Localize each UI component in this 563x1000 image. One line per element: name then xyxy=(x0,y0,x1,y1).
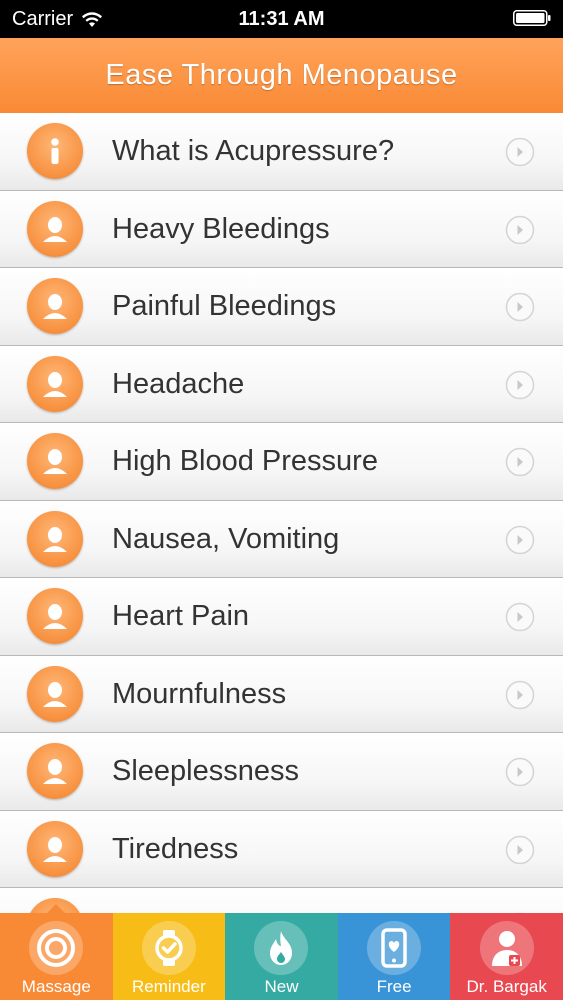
list-item-nausea-vomiting[interactable]: Nausea, Vomiting xyxy=(0,500,563,578)
status-bar: Carrier 11:31 AM xyxy=(0,0,563,38)
list-item-label: Tiredness xyxy=(112,832,239,865)
chevron-right-icon xyxy=(505,835,535,864)
chevron-right-icon xyxy=(505,447,535,477)
list-item-mournfulness[interactable]: Mournfulness xyxy=(0,655,563,733)
list-item-heart-pain[interactable]: Heart Pain xyxy=(0,578,563,656)
tab-label: Reminder xyxy=(132,977,206,996)
chevron-right-icon xyxy=(505,602,535,632)
list-item-label: Headache xyxy=(112,367,245,400)
massage-target-icon xyxy=(29,921,84,975)
chevron-right-icon xyxy=(505,292,535,322)
list-item-heavy-bleedings[interactable]: Heavy Bleedings xyxy=(0,190,563,268)
person-icon xyxy=(27,665,83,722)
flame-icon xyxy=(254,921,309,975)
list-item-label: Painful Bleedings xyxy=(112,290,337,322)
list-item-label: What is Acupressure? xyxy=(112,135,395,167)
person-icon xyxy=(27,743,83,799)
page-title: Ease Through Menopause xyxy=(105,59,458,91)
battery-icon xyxy=(513,10,551,26)
person-icon xyxy=(27,278,83,334)
chevron-right-icon xyxy=(505,370,535,399)
list-item-high-blood-pressure[interactable]: High Blood Pressure xyxy=(0,423,563,501)
doctor-icon xyxy=(479,921,534,975)
tab-label: Free xyxy=(376,977,412,996)
chevron-right-icon xyxy=(505,680,535,709)
chevron-right-icon xyxy=(505,215,535,244)
list-item-label: High Blood Pressure xyxy=(112,445,378,477)
chevron-right-icon xyxy=(505,137,535,167)
list-item-headache[interactable]: Headache xyxy=(0,345,563,423)
app-screen: Carrier 11:31 AM Ease Through Menopause xyxy=(0,0,563,1000)
chevron-right-icon xyxy=(505,525,535,554)
list-item-what-is-acupressure[interactable]: What is Acupressure? xyxy=(0,113,563,191)
selected-tab-pointer xyxy=(46,904,67,914)
person-icon xyxy=(27,200,83,257)
chevron-right-icon xyxy=(505,757,535,787)
nav-header: Ease Through Menopause xyxy=(0,38,563,114)
list-item-label: Mournfulness xyxy=(112,677,287,710)
tab-label: Massage xyxy=(21,977,91,996)
list-item-sleeplessness[interactable]: Sleeplessness xyxy=(0,733,563,811)
tab-free[interactable]: Free xyxy=(337,913,451,1000)
person-icon xyxy=(27,588,83,644)
topic-list[interactable]: What is Acupressure? Heavy Bleedings Pai… xyxy=(0,113,563,913)
list-item-partial[interactable] xyxy=(0,888,563,913)
phone-heart-icon xyxy=(367,921,422,975)
tab-massage[interactable]: Massage xyxy=(0,904,113,1000)
tab-label: Dr. Bargak xyxy=(466,977,547,996)
person-icon xyxy=(27,355,83,412)
person-icon xyxy=(27,433,83,489)
info-icon xyxy=(27,123,83,179)
tab-new[interactable]: New xyxy=(225,913,338,1000)
status-time: 11:31 AM xyxy=(238,8,325,30)
list-item-label: Heart Pain xyxy=(112,600,250,632)
list-item-painful-bleedings[interactable]: Painful Bleedings xyxy=(0,268,563,346)
person-icon xyxy=(27,510,83,567)
watch-icon xyxy=(141,921,196,975)
tab-dr-bargak[interactable]: Dr. Bargak xyxy=(450,913,563,1000)
list-item-label: Heavy Bleedings xyxy=(112,212,330,245)
tab-bar: Massage Reminder New Free Dr. Bargak xyxy=(0,904,563,1000)
person-icon xyxy=(27,820,83,877)
list-item-label: Nausea, Vomiting xyxy=(112,522,340,555)
tab-reminder[interactable]: Reminder xyxy=(112,913,226,1000)
list-item-tiredness[interactable]: Tiredness xyxy=(0,810,563,888)
tab-label: New xyxy=(264,977,299,996)
list-item-label: Sleeplessness xyxy=(112,755,299,787)
